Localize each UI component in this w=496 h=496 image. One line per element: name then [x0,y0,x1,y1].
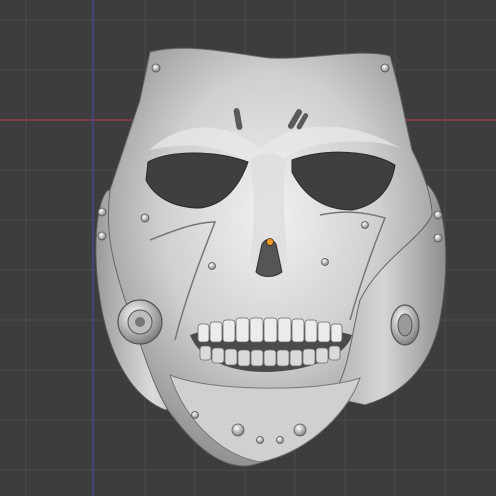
right-side-dial [390,304,420,346]
3d-viewport[interactable] [0,0,496,496]
left-side-dial [117,299,163,345]
jaw-plate [169,374,361,463]
object-origin-point[interactable] [266,238,274,246]
skull-mask-object[interactable] [0,0,496,496]
